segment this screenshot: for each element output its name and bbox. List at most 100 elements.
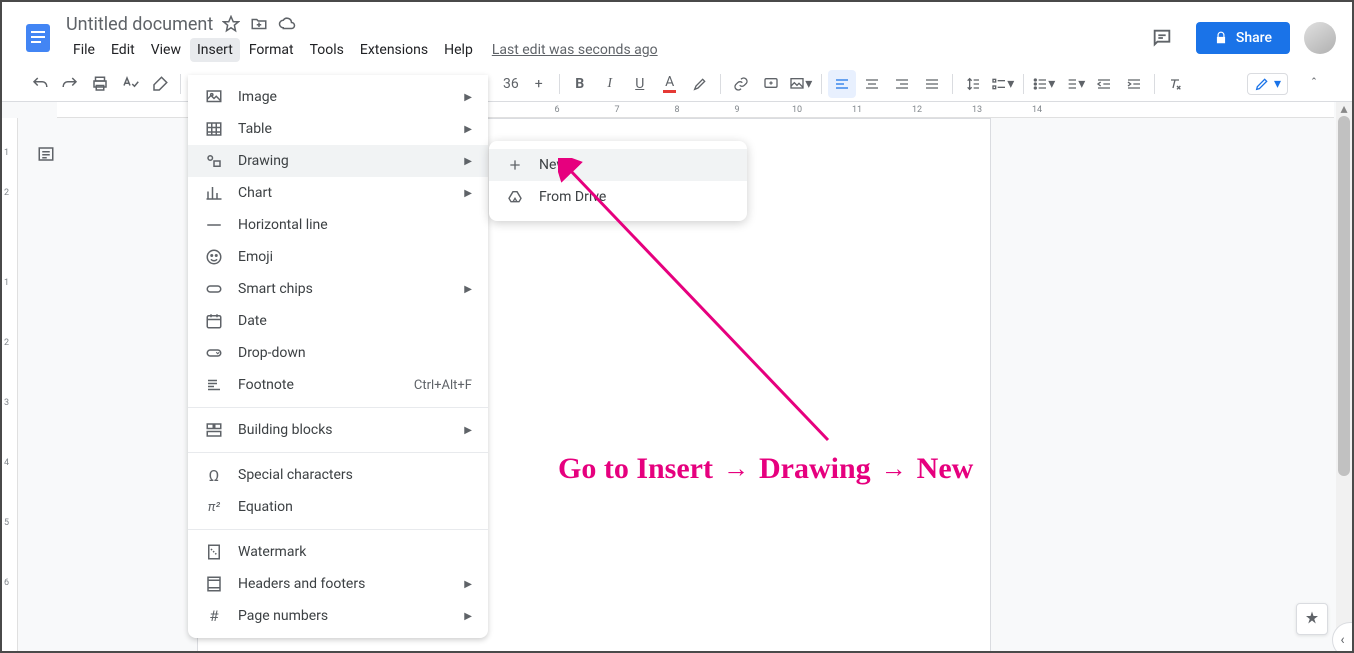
- menu-tools[interactable]: Tools: [303, 38, 351, 62]
- comments-button[interactable]: [1142, 18, 1182, 58]
- insert-watermark-item[interactable]: Watermark: [188, 536, 488, 568]
- insert-drawing-item[interactable]: Drawing ▶: [188, 145, 488, 177]
- increase-indent-button[interactable]: [1120, 70, 1148, 98]
- bold-button[interactable]: B: [566, 70, 594, 98]
- insert-dropdown-item[interactable]: Drop-down: [188, 337, 488, 369]
- font-size-increase[interactable]: +: [525, 70, 553, 98]
- chevron-right-icon: ▶: [464, 188, 472, 199]
- line-spacing-button[interactable]: [959, 70, 987, 98]
- star-icon[interactable]: [221, 14, 241, 34]
- menu-file[interactable]: File: [66, 38, 102, 62]
- insert-date-item[interactable]: Date: [188, 305, 488, 337]
- menu-format[interactable]: Format: [242, 38, 301, 62]
- chevron-right-icon: ▶: [464, 425, 472, 436]
- chips-icon: [204, 279, 224, 299]
- align-right-button[interactable]: [888, 70, 916, 98]
- menu-view[interactable]: View: [144, 38, 188, 62]
- image-icon: [204, 87, 224, 107]
- add-comment-button[interactable]: [757, 70, 785, 98]
- chevron-right-icon: ▶: [464, 611, 472, 622]
- undo-button[interactable]: [26, 70, 54, 98]
- print-button[interactable]: [86, 70, 114, 98]
- date-icon: [204, 311, 224, 331]
- underline-button[interactable]: U: [626, 70, 654, 98]
- checklist-button[interactable]: ▾: [989, 70, 1017, 98]
- text-color-button[interactable]: A: [656, 70, 684, 98]
- decrease-indent-button[interactable]: [1090, 70, 1118, 98]
- insert-horizontal-line-item[interactable]: Horizontal line: [188, 209, 488, 241]
- chevron-right-icon: ▶: [464, 92, 472, 103]
- chevron-right-icon: ▶: [464, 156, 472, 167]
- menu-edit[interactable]: Edit: [104, 38, 142, 62]
- header-right: Share: [1142, 18, 1336, 58]
- share-button[interactable]: Share: [1196, 22, 1290, 54]
- highlight-button[interactable]: [686, 70, 714, 98]
- chevron-right-icon: ▶: [464, 579, 472, 590]
- redo-button[interactable]: [56, 70, 84, 98]
- insert-image-item[interactable]: Image ▶: [188, 81, 488, 113]
- collapse-toolbar-button[interactable]: ˆ: [1300, 70, 1328, 98]
- insert-menu-dropdown: Image ▶ Table ▶ Drawing ▶ Chart ▶ Horizo…: [188, 75, 488, 638]
- paint-format-button[interactable]: [146, 70, 174, 98]
- document-title[interactable]: Untitled document: [66, 14, 213, 35]
- insert-special-characters-item[interactable]: Ω Special characters: [188, 459, 488, 491]
- drawing-from-drive-item[interactable]: From Drive: [489, 181, 747, 213]
- editing-mode-button[interactable]: ▾: [1247, 73, 1288, 95]
- drawing-icon: [204, 151, 224, 171]
- menu-divider: [188, 529, 488, 530]
- insert-footnote-item[interactable]: Footnote Ctrl+Alt+F: [188, 369, 488, 401]
- pagenum-icon: #: [204, 606, 224, 626]
- table-icon: [204, 119, 224, 139]
- menu-divider: [188, 452, 488, 453]
- menu-extensions[interactable]: Extensions: [353, 38, 435, 62]
- font-size-input[interactable]: 36: [499, 76, 523, 92]
- drawing-new-item[interactable]: New: [489, 149, 747, 181]
- cloud-status-icon[interactable]: [277, 14, 297, 34]
- align-left-button[interactable]: [828, 70, 856, 98]
- insert-table-item[interactable]: Table ▶: [188, 113, 488, 145]
- plus-icon: [505, 155, 525, 175]
- emoji-icon: [204, 247, 224, 267]
- italic-button[interactable]: I: [596, 70, 624, 98]
- chevron-right-icon: ▶: [464, 124, 472, 135]
- vertical-ruler[interactable]: 1 2 1 2 3 4 5 6: [2, 118, 18, 651]
- equation-icon: π²: [204, 497, 224, 517]
- drawing-submenu: New From Drive: [489, 141, 747, 221]
- dropdown-icon: [204, 343, 224, 363]
- watermark-icon: [204, 542, 224, 562]
- headers-icon: [204, 574, 224, 594]
- show-side-panel-button[interactable]: ‹: [1332, 622, 1352, 651]
- drive-icon: [505, 187, 525, 207]
- clear-formatting-button[interactable]: [1161, 70, 1189, 98]
- insert-headers-footers-item[interactable]: Headers and footers ▶: [188, 568, 488, 600]
- insert-smart-chips-item[interactable]: Smart chips ▶: [188, 273, 488, 305]
- insert-building-blocks-item[interactable]: Building blocks ▶: [188, 414, 488, 446]
- align-center-button[interactable]: [858, 70, 886, 98]
- menu-insert[interactable]: Insert: [190, 38, 240, 62]
- account-avatar[interactable]: [1304, 22, 1336, 54]
- menubar: File Edit View Insert Format Tools Exten…: [66, 36, 1142, 64]
- insert-emoji-item[interactable]: Emoji: [188, 241, 488, 273]
- insert-chart-item[interactable]: Chart ▶: [188, 177, 488, 209]
- move-icon[interactable]: [249, 14, 269, 34]
- spellcheck-button[interactable]: [116, 70, 144, 98]
- lock-icon: [1214, 31, 1228, 45]
- docs-logo[interactable]: [18, 18, 58, 58]
- insert-image-button[interactable]: ▾: [787, 70, 815, 98]
- explore-button[interactable]: [1296, 603, 1328, 635]
- document-outline-button[interactable]: [34, 142, 58, 166]
- chevron-right-icon: ▶: [464, 284, 472, 295]
- footnote-icon: [204, 375, 224, 395]
- align-justify-button[interactable]: [918, 70, 946, 98]
- insert-page-numbers-item[interactable]: # Page numbers ▶: [188, 600, 488, 632]
- vertical-scrollbar[interactable]: ▴ ▾: [1336, 102, 1352, 651]
- app-header: Untitled document File Edit View Insert …: [2, 2, 1352, 66]
- last-edit-link[interactable]: Last edit was seconds ago: [492, 42, 658, 58]
- insert-equation-item[interactable]: π² Equation: [188, 491, 488, 523]
- menu-help[interactable]: Help: [437, 38, 480, 62]
- title-area: Untitled document File Edit View Insert …: [66, 12, 1142, 64]
- insert-link-button[interactable]: [727, 70, 755, 98]
- pencil-icon: [1254, 76, 1270, 92]
- numbered-list-button[interactable]: ▾: [1060, 70, 1088, 98]
- bulleted-list-button[interactable]: ▾: [1030, 70, 1058, 98]
